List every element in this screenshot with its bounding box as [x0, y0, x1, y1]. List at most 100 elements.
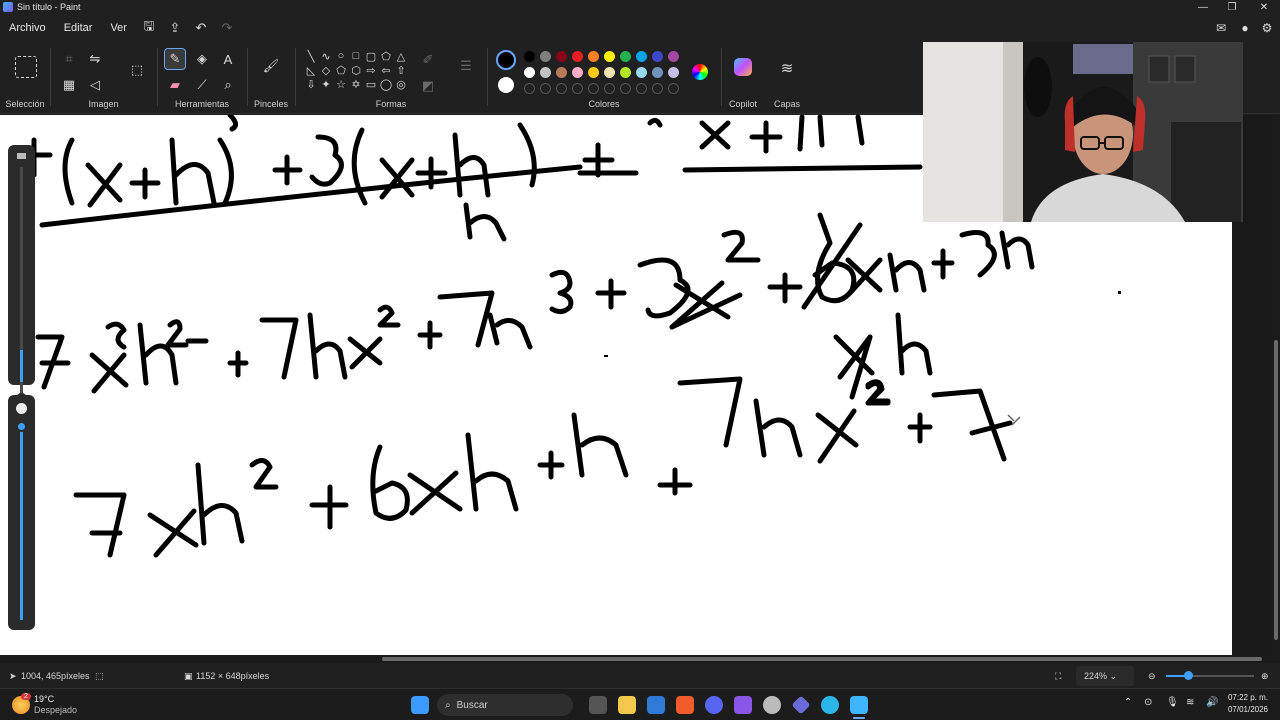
settings-icon[interactable]: ⚙: [1256, 14, 1278, 42]
rotate-icon[interactable]: ◁: [85, 75, 105, 95]
menu-edit[interactable]: Editar: [55, 14, 102, 42]
share-icon[interactable]: ⇪: [162, 20, 188, 36]
rectangle-shape-icon[interactable]: □: [349, 50, 363, 62]
opacity-slider-thumb[interactable]: [16, 421, 27, 432]
arrow-left-shape-icon[interactable]: ⇦: [379, 64, 393, 77]
fit-to-window-icon[interactable]: ⛶: [1055, 666, 1061, 686]
arrow-down-shape-icon[interactable]: ⇩: [304, 78, 318, 91]
color-swatch[interactable]: [604, 67, 615, 78]
discord-icon[interactable]: [705, 696, 723, 714]
star6-shape-icon[interactable]: ✡: [349, 78, 363, 91]
color-swatch[interactable]: [556, 51, 567, 62]
color-swatch[interactable]: [620, 67, 631, 78]
file-explorer-icon[interactable]: [618, 696, 636, 714]
volume-icon[interactable]: 🔊: [1206, 697, 1218, 708]
color-swatch[interactable]: [556, 67, 567, 78]
color-picker-icon[interactable]: ⟋: [192, 75, 212, 95]
vertical-scrollbar[interactable]: [1272, 115, 1280, 655]
zoom-select[interactable]: 224% ⌄: [1076, 666, 1134, 686]
polygon-shape-icon[interactable]: ⬠: [379, 50, 393, 63]
callout-oval-shape-icon[interactable]: ◯: [379, 78, 393, 91]
color-swatch[interactable]: [588, 51, 599, 62]
hexagon-shape-icon[interactable]: ⬡: [349, 64, 363, 77]
color-swatch[interactable]: [604, 51, 615, 62]
account-icon[interactable]: ●: [1234, 14, 1256, 42]
copilot-taskbar-icon[interactable]: [821, 696, 839, 714]
color-swatch[interactable]: [524, 67, 535, 78]
vertical-scroll-thumb[interactable]: [1274, 340, 1278, 640]
color-swatch[interactable]: [572, 67, 583, 78]
minimize-button[interactable]: —: [1187, 0, 1219, 14]
fill-bucket-icon[interactable]: ◈: [192, 49, 212, 69]
color-swatch[interactable]: [572, 51, 583, 62]
heart-shape-icon[interactable]: ◎: [394, 78, 408, 91]
star5-shape-icon[interactable]: ☆: [334, 78, 348, 91]
tray-overflow-icon[interactable]: ⌃: [1124, 697, 1132, 708]
secondary-color-swatch[interactable]: [498, 77, 514, 93]
paint-taskbar-icon[interactable]: [850, 696, 868, 714]
search-box[interactable]: ⌕ Buscar: [437, 694, 573, 716]
crop-icon[interactable]: ⌗: [59, 49, 79, 69]
filter-icon[interactable]: ▦: [59, 75, 79, 95]
horizontal-scrollbar[interactable]: [0, 655, 1280, 663]
menu-view[interactable]: Ver: [101, 14, 136, 42]
color-swatch[interactable]: [652, 67, 663, 78]
shape-size-icon[interactable]: ☰: [456, 56, 476, 76]
color-swatch[interactable]: [524, 51, 535, 62]
layers-icon[interactable]: ≋: [777, 58, 797, 78]
menu-file[interactable]: Archivo: [0, 14, 55, 42]
wifi-icon[interactable]: ≋: [1186, 697, 1194, 708]
clock-date[interactable]: 07/01/2026: [1226, 705, 1268, 714]
pencil-icon[interactable]: ✎: [164, 48, 186, 70]
custom-color-slot[interactable]: [556, 83, 567, 94]
custom-color-slot[interactable]: [540, 83, 551, 94]
color-swatch[interactable]: [668, 51, 679, 62]
start-icon[interactable]: [411, 696, 429, 714]
copilot-icon[interactable]: [734, 58, 752, 76]
arrow-up-shape-icon[interactable]: ⇧: [394, 64, 408, 77]
opacity-slider-fill[interactable]: [20, 425, 23, 620]
custom-color-slot[interactable]: [588, 83, 599, 94]
color-swatch[interactable]: [588, 67, 599, 78]
image-select-icon[interactable]: ⬚: [127, 60, 147, 80]
clipchamp-icon[interactable]: [734, 696, 752, 714]
fill-icon[interactable]: ◩: [418, 76, 438, 96]
custom-color-slot[interactable]: [636, 83, 647, 94]
obs-icon[interactable]: [763, 696, 781, 714]
custom-color-slot[interactable]: [524, 83, 535, 94]
feedback-icon[interactable]: ✉: [1210, 14, 1232, 42]
callout-rect-shape-icon[interactable]: ▭: [364, 78, 378, 91]
eraser-icon[interactable]: ▰: [165, 75, 185, 95]
brush-icon[interactable]: 🖌: [261, 56, 281, 76]
clock-time[interactable]: 07:22 p. m.: [1226, 693, 1268, 702]
outline-icon[interactable]: ✐: [418, 50, 438, 70]
custom-color-slot[interactable]: [604, 83, 615, 94]
zoom-out-icon[interactable]: ⊖: [1148, 666, 1156, 686]
line-shape-icon[interactable]: ╲: [304, 50, 318, 63]
store-icon[interactable]: [647, 696, 665, 714]
right-triangle-shape-icon[interactable]: ◺: [304, 64, 318, 77]
color-swatch[interactable]: [636, 67, 647, 78]
oval-shape-icon[interactable]: ○: [334, 50, 348, 62]
zoom-in-icon[interactable]: ⊕: [1261, 666, 1269, 686]
color-swatch[interactable]: [652, 51, 663, 62]
triangle-shape-icon[interactable]: △: [394, 50, 408, 63]
arrow-right-shape-icon[interactable]: ⇨: [364, 64, 378, 77]
close-button[interactable]: ✕: [1248, 0, 1280, 14]
star4-shape-icon[interactable]: ✦: [319, 78, 333, 91]
edit-colors-icon[interactable]: [692, 64, 708, 80]
app-icon[interactable]: [791, 695, 811, 715]
zoom-slider-thumb[interactable]: [1184, 671, 1193, 680]
save-icon[interactable]: 🖫: [136, 17, 162, 39]
magnifier-icon[interactable]: ⌕: [218, 75, 238, 95]
custom-color-slot[interactable]: [572, 83, 583, 94]
undo-icon[interactable]: ↶: [188, 20, 214, 36]
horizontal-scroll-thumb[interactable]: [382, 657, 1262, 661]
color-swatch[interactable]: [540, 51, 551, 62]
custom-color-slot[interactable]: [668, 83, 679, 94]
primary-color-swatch[interactable]: [496, 50, 516, 70]
color-swatch[interactable]: [620, 51, 631, 62]
task-view-icon[interactable]: [589, 696, 607, 714]
maximize-button[interactable]: ❐: [1216, 0, 1248, 14]
custom-color-slot[interactable]: [620, 83, 631, 94]
